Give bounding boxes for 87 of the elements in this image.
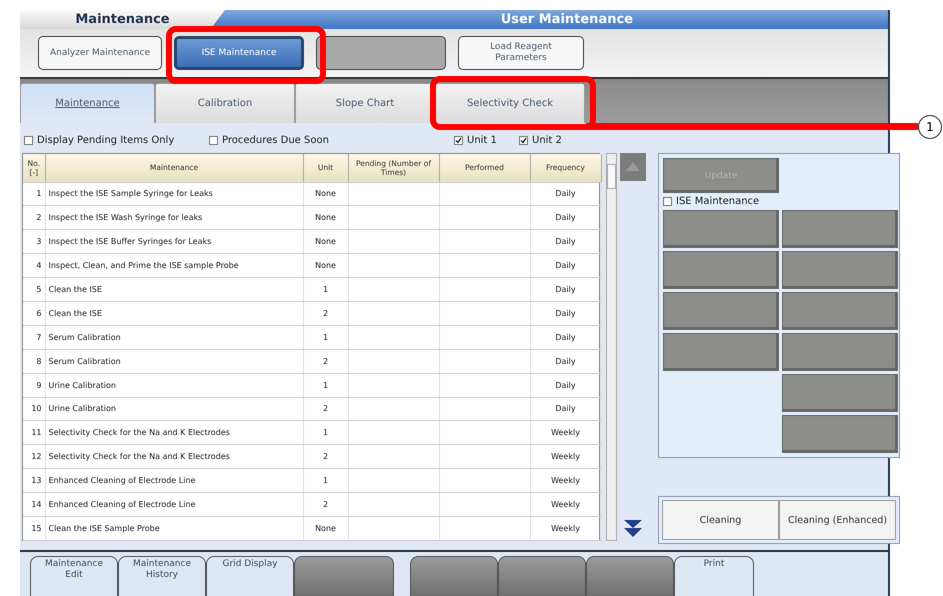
table-cell: Daily [530,254,601,278]
table-cell: 4 [23,254,45,278]
cleaning-button[interactable]: Cleaning (Enhanced) [779,500,896,540]
filter-checkbox[interactable]: Procedures Due Soon [209,134,454,146]
table-cell: 12 [23,444,45,469]
checkbox[interactable] [663,197,672,206]
table-cell: Weekly [530,492,601,516]
table-cell: 1 [23,182,45,206]
table-cell: 1 [303,278,348,302]
table-cell: Serum Calibration [45,325,303,350]
table-cell: 11 [23,420,45,445]
table-cell: Weekly [530,444,601,469]
table-cell: Daily [530,397,601,421]
callout-number: 1 [918,115,942,139]
table-cell: 2 [23,206,45,230]
table-cell: 3 [23,230,45,254]
table-cell: 5 [23,278,45,302]
table-cell: 2 [303,301,348,326]
checkbox[interactable] [454,136,463,144]
tab[interactable]: Calibration [155,83,295,123]
footer-button[interactable]: Print [674,556,754,596]
table-cell: 8 [23,349,45,374]
table-cell: Daily [530,230,601,254]
mode-button[interactable]: Analyzer Maintenance [38,36,162,70]
table-cell: Inspect the ISE Sample Syringe for Leaks [45,182,303,206]
table-cell: Enhanced Cleaning of Electrode Line [45,468,303,493]
table-cell: Daily [530,301,601,326]
checkbox[interactable] [209,136,218,144]
footer-button[interactable]: Maintenance Edit [30,556,118,596]
table-cell: None [303,254,348,278]
table-cell: 13 [23,468,45,493]
table-cell: 2 [303,492,348,516]
table-cell: Enhanced Cleaning of Electrode Line [45,492,303,516]
filter-checkbox[interactable]: Unit 2 [519,134,589,146]
table-cell: 14 [23,492,45,516]
tab[interactable]: Selectivity Check [435,83,585,123]
table-cell: Daily [530,278,601,302]
checkbox[interactable] [24,136,33,144]
table-cell: None [303,230,348,254]
checkbox[interactable] [519,136,528,144]
table-cell: 10 [23,397,45,421]
table-cell: Weekly [530,420,601,445]
tab[interactable]: Maintenance [20,83,155,123]
table-cell: Daily [530,349,601,374]
page-up-icon[interactable] [620,153,646,181]
footer-button[interactable]: Maintenance History [118,556,206,596]
table-cell: Daily [530,206,601,230]
mode-button[interactable]: Load Reagent Parameters [458,36,584,70]
scrollbar[interactable] [606,153,617,541]
table-cell: Weekly [530,468,601,493]
table-cell: 7 [23,325,45,350]
table-cell: Inspect the ISE Wash Syringe for leaks [45,206,303,230]
table-cell: Clean the ISE [45,301,303,326]
table-cell: None [303,182,348,206]
table-cell: Serum Calibration [45,349,303,374]
filter-checkbox[interactable]: Unit 1 [454,134,519,146]
checkmark-icon [520,136,527,144]
table-cell: 1 [303,325,348,350]
table-cell: 1 [303,373,348,398]
mode-button[interactable]: ISE Maintenance [174,36,304,70]
table-cell: 15 [23,516,45,540]
filter-checkbox[interactable]: Display Pending Items Only [24,134,209,146]
table-cell: Daily [530,325,601,350]
table-cell: 1 [303,468,348,493]
table-cell: Urine Calibration [45,397,303,421]
table-cell: Clean the ISE Sample Probe [45,516,303,540]
table-cell: Clean the ISE [45,278,303,302]
table-cell: Inspect, Clean, and Prime the ISE sample Probe [45,254,303,278]
table-cell: 2 [303,444,348,469]
table-cell: 1 [303,420,348,445]
table-cell: Daily [530,373,601,398]
table-cell: 2 [303,349,348,374]
checkmark-icon [455,136,462,144]
table-cell: Inspect the ISE Buffer Syringes for Leaks [45,230,303,254]
ise-maintenance-checkbox[interactable]: ISE Maintenance [663,196,863,207]
table-cell: Urine Calibration [45,373,303,398]
table-cell: Selectivity Check for the Na and K Electrodes [45,444,303,469]
screen-title: User Maintenance [500,11,634,29]
table-cell: 9 [23,373,45,398]
cleaning-button[interactable]: Cleaning [662,500,779,540]
table-cell: Weekly [530,516,601,540]
table-cell: 6 [23,301,45,326]
table-cell: None [303,516,348,540]
table-cell: Selectivity Check for the Na and K Electrodes [45,420,303,445]
table-cell: Daily [530,182,601,206]
table-cell: None [303,206,348,230]
table-cell: 2 [303,397,348,421]
